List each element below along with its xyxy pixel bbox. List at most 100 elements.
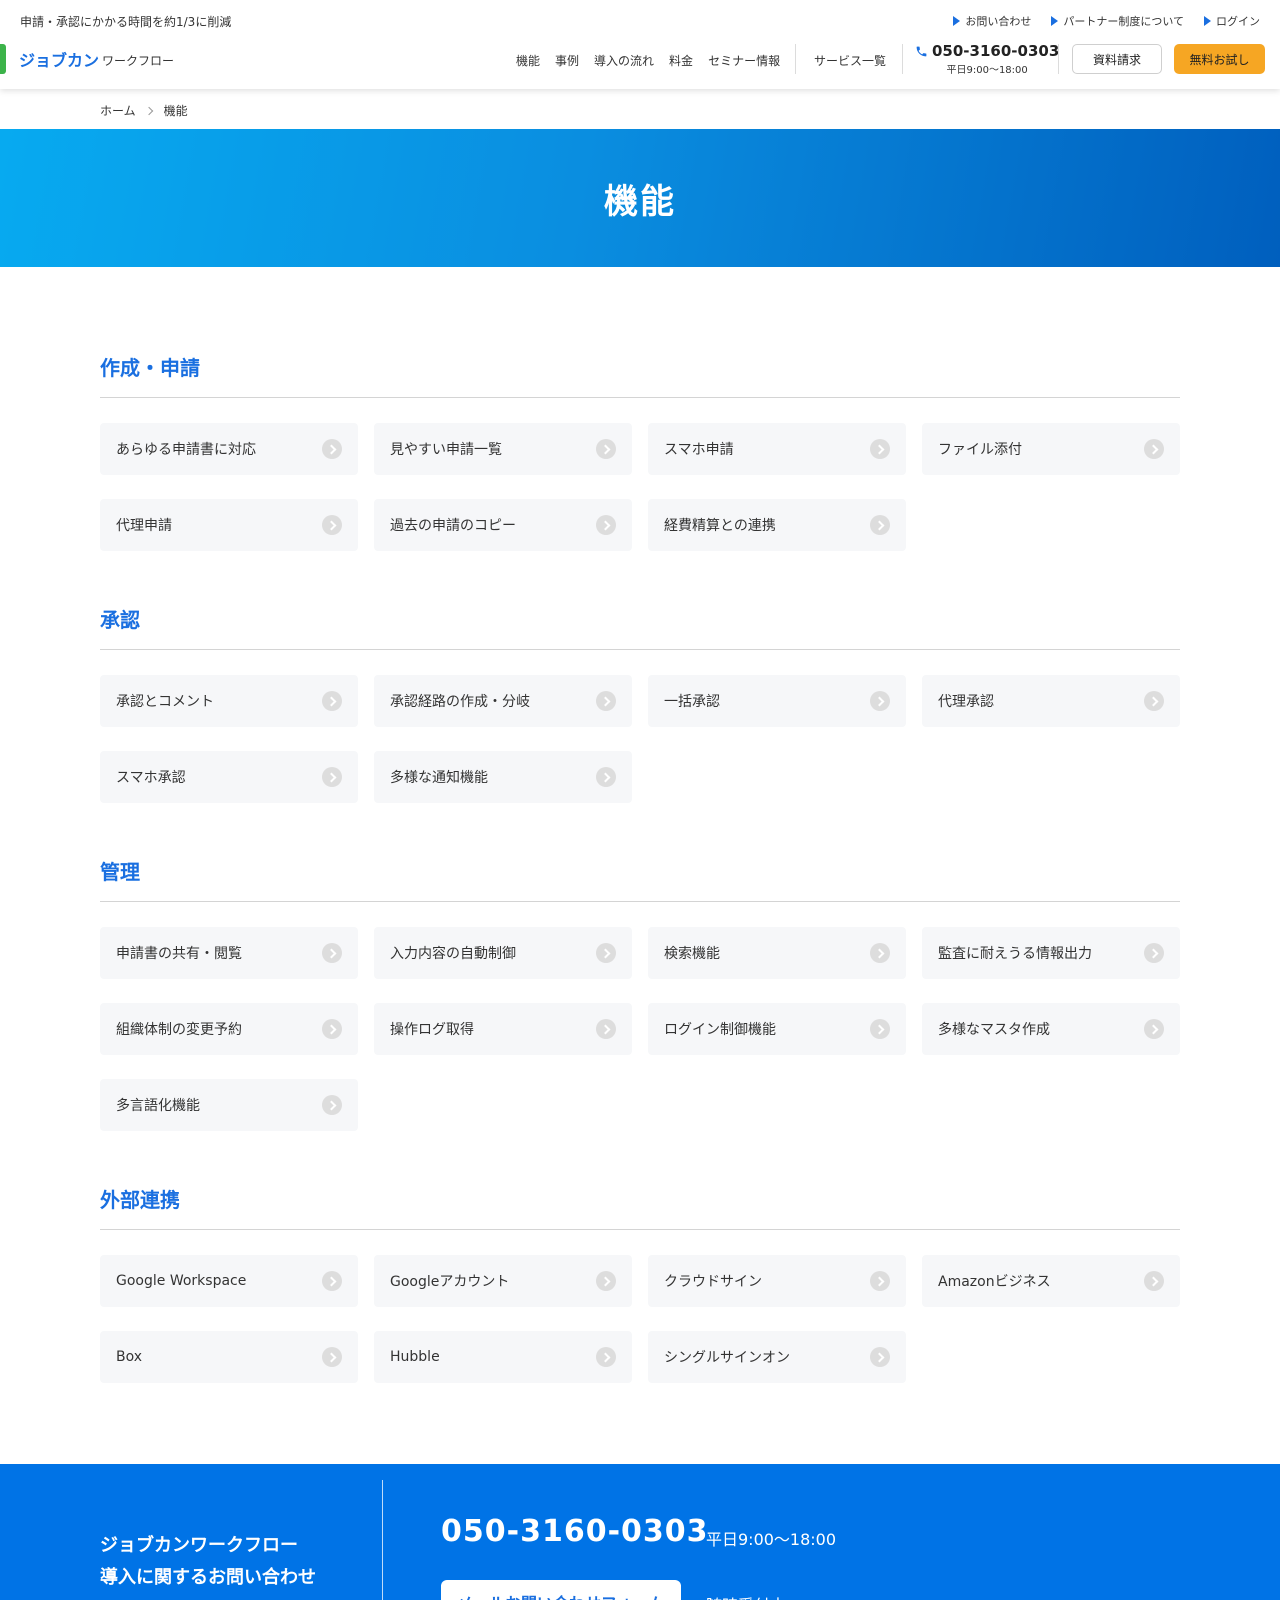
hero-banner: 機能: [0, 129, 1280, 267]
tagline: 申請・承認にかかる時間を約1/3に削減: [20, 15, 232, 29]
feature-label: Googleアカウント: [390, 1274, 510, 1290]
arrow-right-icon: [596, 1347, 616, 1367]
feature-label: 承認とコメント: [116, 694, 214, 710]
feature-label: 承認経路の作成・分岐: [390, 694, 530, 710]
nav-item-flow[interactable]: 導入の流れ: [594, 52, 654, 69]
feature-card[interactable]: Google Workspace: [100, 1255, 358, 1307]
section-divider: [100, 649, 1180, 650]
feature-label: 多様なマスタ作成: [938, 1022, 1050, 1038]
arrow-right-icon: [870, 1347, 890, 1367]
section-divider: [100, 901, 1180, 902]
nav-item-services[interactable]: サービス一覧: [814, 52, 886, 69]
feature-card[interactable]: Hubble: [374, 1331, 632, 1383]
play-triangle-icon: [1051, 16, 1059, 26]
feature-card[interactable]: 監査に耐えうる情報出力: [922, 927, 1180, 979]
feature-card[interactable]: ログイン制御機能: [648, 1003, 906, 1055]
feature-card[interactable]: 多様なマスタ作成: [922, 1003, 1180, 1055]
feature-card[interactable]: Box: [100, 1331, 358, 1383]
arrow-right-icon: [596, 439, 616, 459]
feature-card[interactable]: スマホ申請: [648, 423, 906, 475]
header-phone: 050-3160-0303 平日9:00〜18:00: [915, 42, 1059, 76]
nav-divider: [795, 44, 796, 74]
feature-card[interactable]: シングルサインオン: [648, 1331, 906, 1383]
section-title: 管理: [100, 860, 140, 884]
breadcrumb: ホーム 機能: [100, 102, 188, 119]
feature-card[interactable]: 申請書の共有・閲覧: [100, 927, 358, 979]
cta-phone-number[interactable]: 050-3160-0303: [441, 1514, 709, 1549]
feature-card[interactable]: 多様な通知機能: [374, 751, 632, 803]
feature-card[interactable]: 入力内容の自動制御: [374, 927, 632, 979]
nav-item-cases[interactable]: 事例: [555, 52, 579, 69]
arrow-right-icon: [322, 691, 342, 711]
feature-grid: あらゆる申請書に対応 見やすい申請一覧 スマホ申請 ファイル添付 代理申請 過去…: [100, 423, 1180, 551]
breadcrumb-home[interactable]: ホーム: [100, 102, 136, 119]
mail-form-button[interactable]: メールお問い合わせフォーム: [441, 1580, 681, 1600]
feature-card[interactable]: Amazonビジネス: [922, 1255, 1180, 1307]
arrow-right-icon: [322, 515, 342, 535]
feature-card[interactable]: 操作ログ取得: [374, 1003, 632, 1055]
arrow-right-icon: [596, 943, 616, 963]
arrow-right-icon: [322, 439, 342, 459]
section-divider: [100, 397, 1180, 398]
nav-item-seminar[interactable]: セミナー情報: [708, 52, 780, 69]
site-header: 申請・承認にかかる時間を約1/3に削減 お問い合わせ パートナー制度について ロ…: [0, 0, 1280, 89]
arrow-right-icon: [322, 767, 342, 787]
feature-card[interactable]: スマホ承認: [100, 751, 358, 803]
arrow-right-icon: [870, 439, 890, 459]
feature-label: シングルサインオン: [664, 1350, 790, 1366]
feature-label: スマホ承認: [116, 770, 186, 786]
feature-card[interactable]: Googleアカウント: [374, 1255, 632, 1307]
feature-card[interactable]: 組織体制の変更予約: [100, 1003, 358, 1055]
feature-card[interactable]: 過去の申請のコピー: [374, 499, 632, 551]
feature-card[interactable]: 承認とコメント: [100, 675, 358, 727]
section-management: 管理 申請書の共有・閲覧 入力内容の自動制御 検索機能 監査に耐えうる情報出力 …: [100, 856, 1180, 1131]
login-link[interactable]: ログイン: [1204, 13, 1260, 29]
cta-phone-hours: 平日9:00〜18:00: [706, 1530, 837, 1549]
feature-label: 見やすい申請一覧: [390, 442, 502, 458]
arrow-right-icon: [1144, 439, 1164, 459]
nav-item-features[interactable]: 機能: [516, 52, 540, 69]
feature-label: 検索機能: [664, 946, 720, 962]
feature-label: ファイル添付: [938, 442, 1022, 458]
feature-label: 操作ログ取得: [390, 1022, 474, 1038]
feature-label: 代理申請: [116, 518, 172, 534]
nav-item-pricing[interactable]: 料金: [669, 52, 693, 69]
arrow-right-icon: [596, 691, 616, 711]
feature-card[interactable]: 承認経路の作成・分岐: [374, 675, 632, 727]
arrow-right-icon: [870, 1019, 890, 1039]
partner-link[interactable]: パートナー制度について: [1051, 13, 1184, 29]
feature-card[interactable]: クラウドサイン: [648, 1255, 906, 1307]
contact-link[interactable]: お問い合わせ: [953, 13, 1031, 29]
arrow-right-icon: [322, 943, 342, 963]
feature-card[interactable]: あらゆる申請書に対応: [100, 423, 358, 475]
free-trial-button[interactable]: 無料お試し: [1174, 44, 1265, 74]
arrow-right-icon: [1144, 943, 1164, 963]
feature-label: 入力内容の自動制御: [390, 946, 516, 962]
feature-card[interactable]: 多言語化機能: [100, 1079, 358, 1131]
cta-heading-line2: 導入に関するお問い合わせ: [100, 1567, 316, 1588]
feature-label: Box: [116, 1349, 143, 1365]
feature-card[interactable]: 検索機能: [648, 927, 906, 979]
feature-label: 経費精算との連携: [664, 518, 776, 534]
logo-main: ジョブカン: [19, 51, 100, 70]
feature-card[interactable]: 一括承認: [648, 675, 906, 727]
feature-card[interactable]: 代理承認: [922, 675, 1180, 727]
arrow-right-icon: [322, 1095, 342, 1115]
phone-icon: [916, 46, 927, 56]
feature-label: 一括承認: [664, 694, 720, 710]
phone-hours: 平日9:00〜18:00: [946, 65, 1028, 76]
feature-card[interactable]: 経費精算との連携: [648, 499, 906, 551]
contact-cta: ジョブカンワークフロー 導入に関するお問い合わせ 050-3160-0303 平…: [0, 1464, 1280, 1600]
feature-label: 代理承認: [938, 694, 994, 710]
feature-card[interactable]: ファイル添付: [922, 423, 1180, 475]
feature-card[interactable]: 見やすい申請一覧: [374, 423, 632, 475]
feature-card[interactable]: 代理申請: [100, 499, 358, 551]
arrow-right-icon: [870, 691, 890, 711]
request-document-button[interactable]: 資料請求: [1072, 44, 1162, 74]
logo[interactable]: ジョブカン ワークフロー: [0, 44, 174, 74]
cta-divider: [382, 1480, 383, 1600]
section-create-apply: 作成・申請 あらゆる申請書に対応 見やすい申請一覧 スマホ申請 ファイル添付 代…: [100, 352, 1180, 551]
play-triangle-icon: [953, 16, 961, 26]
breadcrumb-current: 機能: [163, 104, 188, 118]
phone-number[interactable]: 050-3160-0303: [932, 42, 1059, 60]
